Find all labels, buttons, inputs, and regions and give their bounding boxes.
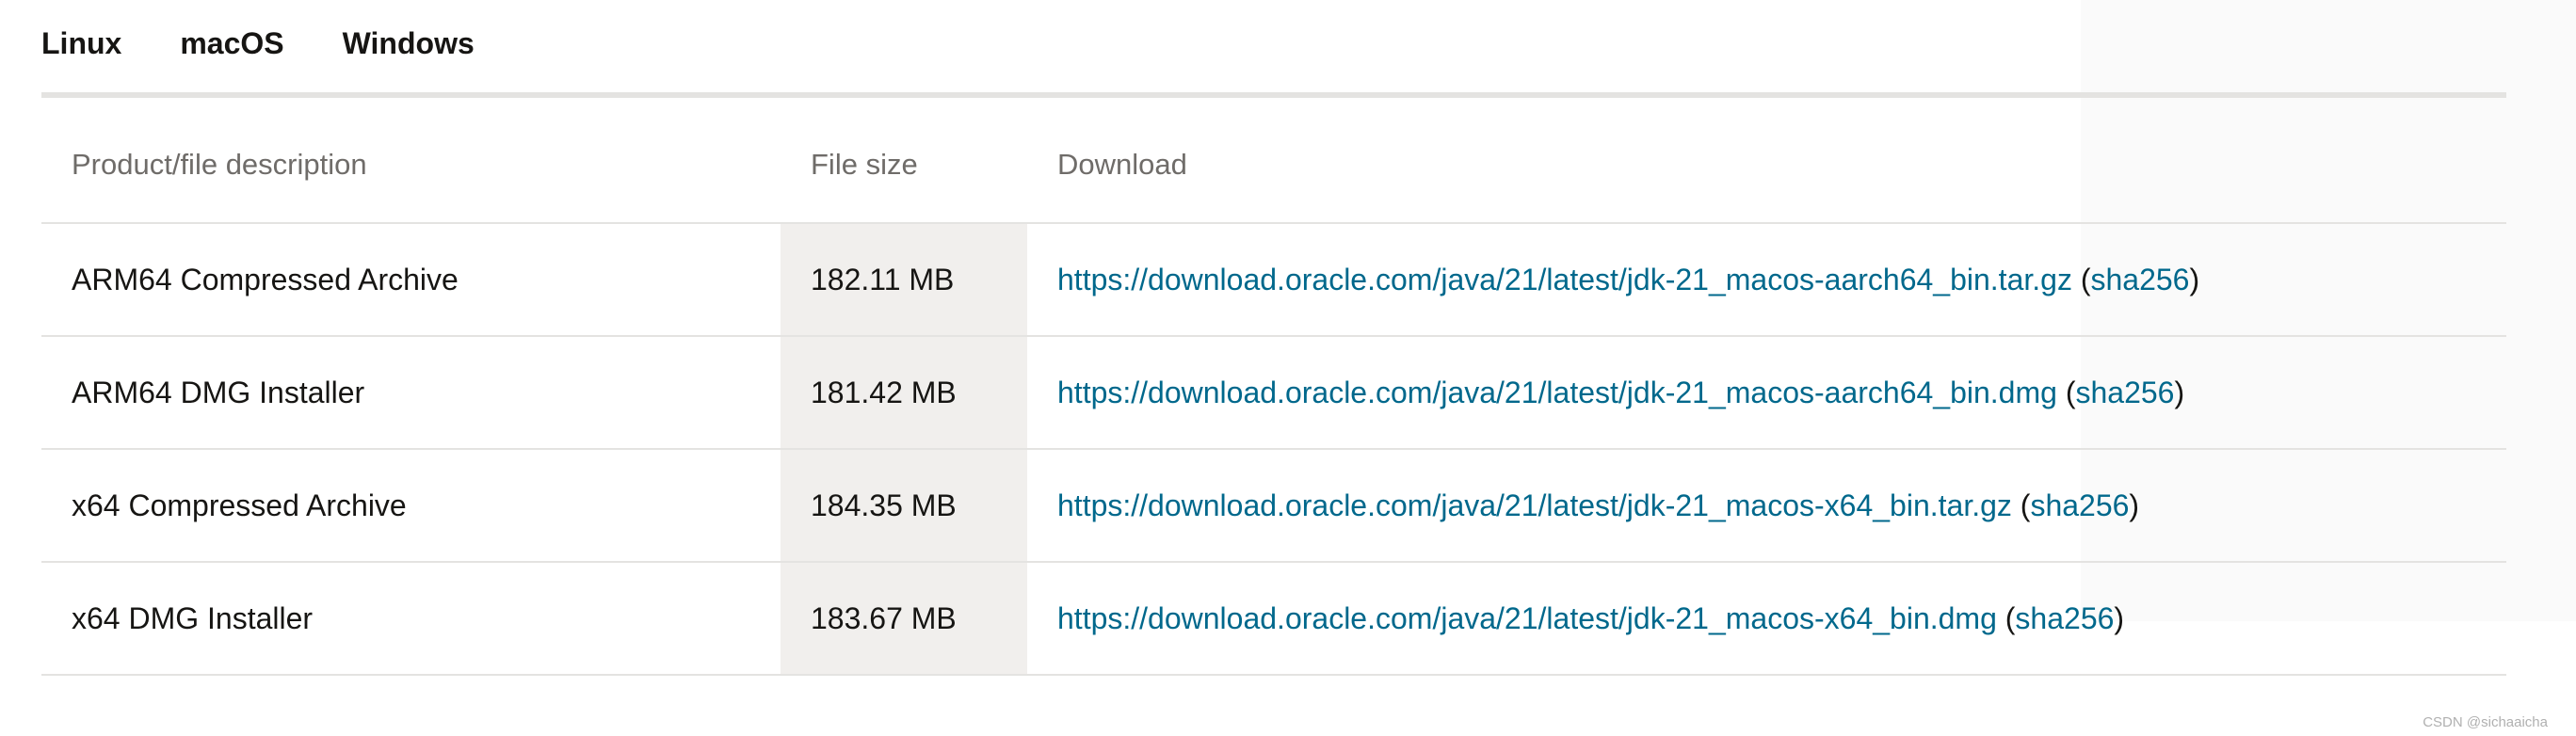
download-link[interactable]: https://download.oracle.com/java/21/late… (1057, 488, 2012, 522)
download-link[interactable]: https://download.oracle.com/java/21/late… (1057, 376, 2057, 409)
tab-linux[interactable]: Linux (41, 0, 121, 98)
download-link[interactable]: https://download.oracle.com/java/21/late… (1057, 263, 2072, 296)
file-description: ARM64 Compressed Archive (41, 223, 781, 337)
file-size: 182.11 MB (781, 223, 1027, 337)
file-size: 183.67 MB (781, 562, 1027, 676)
file-description: x64 DMG Installer (41, 562, 781, 676)
checksum-link[interactable]: sha256 (2030, 488, 2129, 522)
table-row: ARM64 Compressed Archive 182.11 MB https… (41, 223, 2506, 337)
tab-macos[interactable]: macOS (180, 0, 284, 98)
file-description: ARM64 DMG Installer (41, 336, 781, 450)
tabs-divider (41, 92, 2506, 98)
download-cell: https://download.oracle.com/java/21/late… (1027, 336, 2506, 450)
checksum-link[interactable]: sha256 (2015, 601, 2114, 635)
file-size: 184.35 MB (781, 449, 1027, 563)
file-size: 181.42 MB (781, 336, 1027, 450)
column-header-download: Download (1027, 107, 2506, 224)
checksum-link[interactable]: sha256 (2075, 376, 2174, 409)
column-header-description: Product/file description (41, 107, 781, 224)
download-link[interactable]: https://download.oracle.com/java/21/late… (1057, 601, 1997, 635)
file-description: x64 Compressed Archive (41, 449, 781, 563)
tab-windows[interactable]: Windows (343, 0, 475, 98)
page: Linux macOS Windows Product/file descrip… (0, 0, 2576, 736)
download-cell: https://download.oracle.com/java/21/late… (1027, 449, 2506, 563)
table-header-row: Product/file description File size Downl… (41, 107, 2506, 224)
downloads-table: Product/file description File size Downl… (41, 107, 2506, 676)
table-row: x64 Compressed Archive 184.35 MB https:/… (41, 449, 2506, 563)
download-cell: https://download.oracle.com/java/21/late… (1027, 562, 2506, 676)
checksum-link[interactable]: sha256 (2090, 263, 2189, 296)
table-row: ARM64 DMG Installer 181.42 MB https://do… (41, 336, 2506, 450)
column-header-file-size: File size (781, 107, 1027, 224)
os-tabs: Linux macOS Windows (41, 0, 533, 98)
watermark: CSDN @sichaaicha (2423, 714, 2548, 730)
download-cell: https://download.oracle.com/java/21/late… (1027, 223, 2506, 337)
table-row: x64 DMG Installer 183.67 MB https://down… (41, 562, 2506, 676)
